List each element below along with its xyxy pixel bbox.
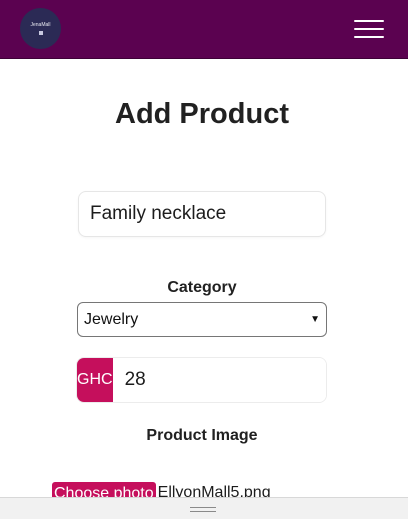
dropdown-caret-icon: ▼ — [310, 314, 320, 325]
menu-line — [354, 36, 384, 38]
currency-addon: GHC — [77, 358, 113, 402]
top-nav-bar: JenaMall — [0, 0, 408, 59]
logo-mark-icon — [38, 31, 43, 35]
brand-logo[interactable]: JenaMall — [20, 8, 61, 49]
resize-bar[interactable] — [0, 497, 408, 519]
product-name-input[interactable] — [78, 191, 326, 237]
menu-line — [354, 28, 384, 30]
product-image-label: Product Image — [146, 427, 258, 444]
resize-grip-icon[interactable] — [190, 507, 216, 512]
price-input-group: GHC — [76, 357, 327, 403]
category-label: Category — [167, 279, 237, 296]
category-select[interactable]: Jewelry ▼ — [77, 302, 327, 337]
logo-text: JenaMall — [30, 22, 51, 28]
price-input[interactable] — [112, 358, 326, 402]
page-title: Add Product — [115, 98, 289, 130]
hamburger-menu-icon[interactable] — [354, 20, 384, 38]
category-selected-value: Jewelry — [84, 310, 139, 328]
menu-line — [354, 20, 384, 22]
